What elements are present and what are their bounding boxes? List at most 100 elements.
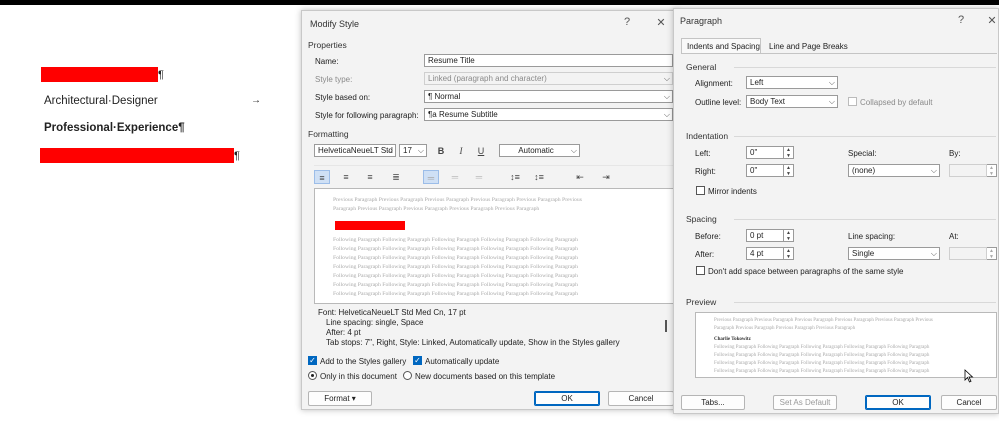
align-right-icon[interactable]: ≡ (362, 170, 378, 184)
tab-arrow-mark: → (251, 95, 261, 106)
line-spacing-value: Single (852, 249, 875, 258)
after-label: After: (695, 250, 715, 259)
font-size-select[interactable]: 17 ⌵ (399, 144, 427, 157)
following-value: Resume Subtitle (438, 110, 498, 119)
preview-redacted-sample (335, 221, 405, 230)
collapsed-default-checkbox[interactable] (848, 97, 857, 106)
tab-underline (681, 53, 997, 54)
increase-indent-icon[interactable]: ⇥ (598, 170, 614, 184)
redacted-contact (40, 148, 234, 163)
cancel-button[interactable]: Cancel (608, 391, 674, 406)
preview-following-text: Following Paragraph Following Paragraph … (714, 353, 930, 358)
underline-button[interactable]: U (473, 144, 489, 158)
before-spinner[interactable]: ▲ ▼ (784, 229, 794, 242)
font-color-select[interactable]: Automatic ⌵ (499, 144, 580, 157)
preview-following-text: Following Paragraph Following Paragraph … (714, 361, 930, 366)
paragraph-dialog: Paragraph ? ✕ Indents and Spacing Line a… (673, 8, 999, 414)
outline-level-value: Body Text (750, 97, 785, 106)
set-as-default-button[interactable]: Set As Default (773, 395, 837, 410)
new-documents-label: New documents based on this template (415, 372, 556, 381)
chevron-down-icon: ⌵ (828, 97, 835, 106)
at-spinner[interactable]: ▲ ▼ (987, 247, 997, 260)
right-indent-spinner[interactable]: ▲ ▼ (784, 164, 794, 177)
justify-icon[interactable]: ≣ (388, 170, 404, 184)
left-indent-spinner[interactable]: ▲ ▼ (784, 146, 794, 159)
chevron-down-icon: ⌵ (663, 110, 670, 119)
align-center-icon[interactable]: ≡ (338, 170, 354, 184)
by-label: By: (949, 149, 961, 158)
bold-button[interactable]: B (433, 144, 449, 158)
based-on-label: Style based on: (315, 93, 371, 102)
help-button[interactable]: ? (620, 16, 634, 28)
auto-update-checkbox[interactable]: ✓ (413, 356, 422, 365)
paragraph-preview-pane: Previous Paragraph Previous Paragraph Pr… (695, 312, 997, 378)
decrease-indent-icon[interactable]: ⇤ (572, 170, 588, 184)
description-scrollbar[interactable] (665, 320, 667, 332)
only-this-document-radio[interactable] (308, 371, 317, 380)
decrease-paragraph-spacing-icon[interactable]: ↕≡ (531, 170, 547, 184)
indentation-label: Indentation (686, 131, 729, 141)
properties-label: Properties (308, 40, 347, 50)
tab-line-page-breaks[interactable]: Line and Page Breaks (769, 42, 848, 51)
format-button[interactable]: Format ▾ (308, 391, 372, 406)
tab-indents-spacing[interactable]: Indents and Spacing (681, 38, 761, 54)
right-indent-input[interactable]: 0" (746, 164, 784, 177)
preview-following-text: Following Paragraph Following Paragraph … (333, 255, 579, 261)
based-on-value: Normal (434, 92, 461, 101)
tabs-button[interactable]: Tabs... (681, 395, 745, 410)
close-icon[interactable]: ✕ (654, 16, 668, 29)
preview-following-text: Following Paragraph Following Paragraph … (333, 282, 579, 288)
preview-previous-text: Previous Paragraph Previous Paragraph Pr… (333, 197, 582, 203)
add-to-gallery-label: Add to the Styles gallery (320, 357, 407, 366)
at-input[interactable] (949, 247, 987, 260)
chevron-down-icon: ⌵ (417, 146, 424, 155)
left-indent-input[interactable]: 0" (746, 146, 784, 159)
preview-following-text: Following Paragraph Following Paragraph … (333, 291, 579, 297)
special-select[interactable]: (none) ⌵ (848, 164, 940, 177)
preview-following-text: Following Paragraph Following Paragraph … (333, 273, 579, 279)
new-documents-radio[interactable] (403, 371, 412, 380)
preview-sample-name: Charlie Tokowitz (714, 337, 751, 342)
based-on-select[interactable]: ¶ Normal ⌵ (424, 90, 673, 103)
mirror-indents-checkbox[interactable] (696, 186, 705, 195)
by-spinner[interactable]: ▲ ▼ (987, 164, 997, 177)
after-input[interactable]: 4 pt (746, 247, 784, 260)
linked-style-icon: ¶a (428, 110, 439, 119)
preview-following-text: Following Paragraph Following Paragraph … (333, 237, 579, 243)
line-spacing-select[interactable]: Single ⌵ (848, 247, 940, 260)
ok-button[interactable]: OK (865, 395, 931, 410)
single-spacing-icon[interactable]: ═ (423, 170, 439, 184)
italic-button[interactable]: I (453, 144, 469, 158)
name-input[interactable]: Resume Title (424, 54, 673, 67)
spacing-label: Spacing (686, 214, 717, 224)
mouse-cursor-icon (964, 369, 974, 383)
style-type-value: Linked (paragraph and character) (428, 74, 547, 83)
align-left-icon[interactable]: ≡ (314, 170, 330, 184)
outline-level-select[interactable]: Body Text ⌵ (746, 95, 838, 108)
chevron-down-icon: ⌵ (930, 166, 937, 175)
before-input[interactable]: 0 pt (746, 229, 784, 242)
font-color-value: Automatic (518, 146, 554, 155)
style-type-select: Linked (paragraph and character) ⌵ (424, 72, 673, 85)
modify-style-dialog: Modify Style ? ✕ Properties Name: Resume… (301, 10, 678, 410)
general-label: General (686, 62, 717, 72)
add-to-gallery-checkbox[interactable]: ✓ (308, 356, 317, 365)
by-input[interactable] (949, 164, 987, 177)
one-half-spacing-icon[interactable]: ═ (447, 170, 463, 184)
before-label: Before: (695, 232, 721, 241)
help-button[interactable]: ? (954, 14, 968, 26)
double-spacing-icon[interactable]: ═ (471, 170, 487, 184)
following-select[interactable]: ¶a Resume Subtitle ⌵ (424, 108, 673, 121)
font-value: HelveticaNeueLT Std (318, 146, 393, 155)
cancel-button[interactable]: Cancel (941, 395, 997, 410)
chevron-down-icon: ⌵ (663, 74, 670, 83)
preview-previous-text: Paragraph Previous Paragraph Previous Pa… (333, 206, 540, 212)
dont-add-space-checkbox[interactable] (696, 266, 705, 275)
font-select[interactable]: HelveticaNeueLT Std ⌵ (314, 144, 396, 157)
alignment-select[interactable]: Left ⌵ (746, 76, 838, 89)
ok-button[interactable]: OK (534, 391, 600, 406)
close-icon[interactable]: ✕ (985, 14, 999, 27)
increase-paragraph-spacing-icon[interactable]: ↕≡ (507, 170, 523, 184)
after-spinner[interactable]: ▲ ▼ (784, 247, 794, 260)
style-type-label: Style type: (315, 75, 353, 84)
